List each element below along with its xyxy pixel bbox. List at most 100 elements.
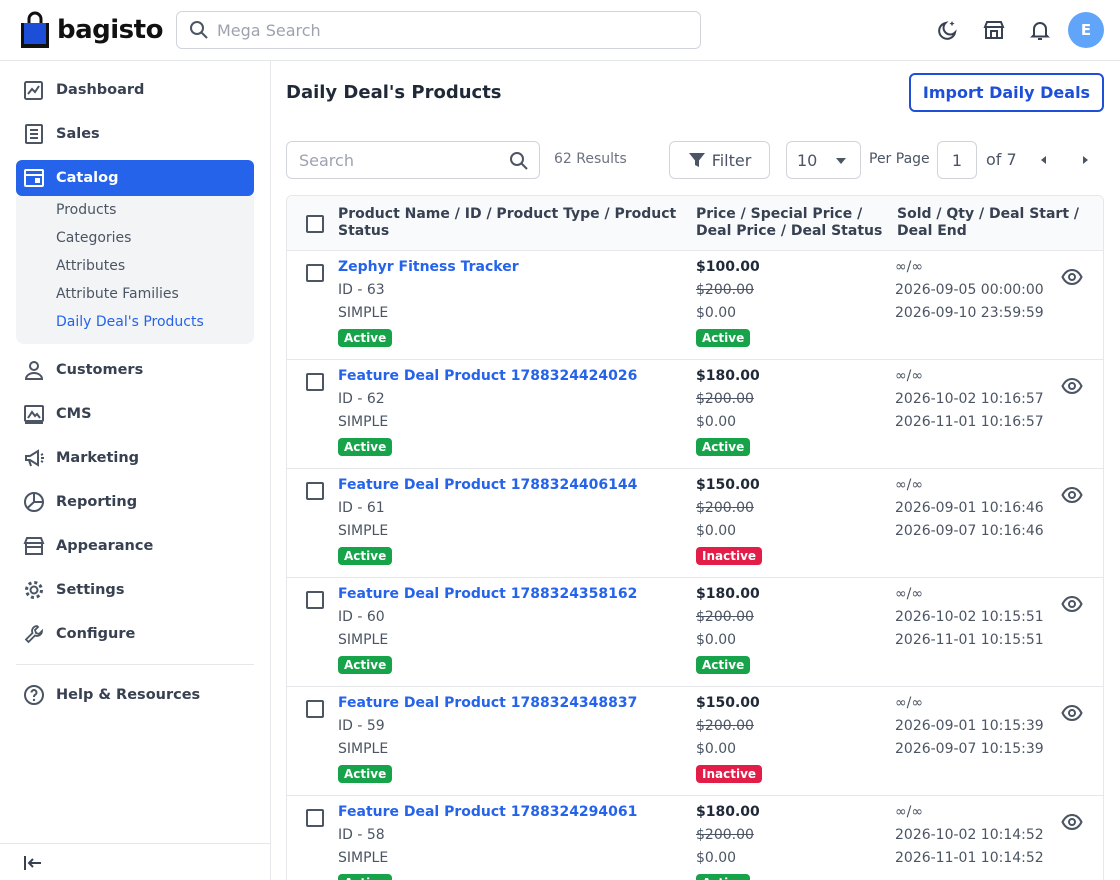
product-type: SIMPLE xyxy=(338,741,389,757)
deal-end: 2026-11-01 10:16:57 xyxy=(895,414,1044,430)
sidebar-item-label: Settings xyxy=(56,582,125,598)
sidebar-footer xyxy=(0,843,270,880)
search-icon xyxy=(190,21,208,39)
view-eye-icon[interactable] xyxy=(1061,266,1083,288)
subnav-daily-deals[interactable]: Daily Deal's Products xyxy=(56,314,204,330)
deal-status-badge: Inactive xyxy=(696,765,763,783)
view-eye-icon[interactable] xyxy=(1061,484,1083,506)
product-name-link[interactable]: Feature Deal Product 1788324358162 xyxy=(338,586,637,602)
sidebar-item-dashboard[interactable]: Dashboard xyxy=(16,72,254,108)
row-checkbox[interactable] xyxy=(306,591,324,609)
sidebar-item-settings[interactable]: Settings xyxy=(16,572,254,608)
brand-logo[interactable]: bagisto xyxy=(21,11,163,49)
price: $150.00 xyxy=(696,695,760,711)
customers-icon xyxy=(22,358,46,382)
storefront-icon[interactable] xyxy=(981,17,1007,43)
deal-end: 2026-11-01 10:15:51 xyxy=(895,632,1044,648)
view-eye-icon[interactable] xyxy=(1061,811,1083,833)
deal-status-badge: Active xyxy=(696,438,751,456)
select-all-checkbox[interactable] xyxy=(306,215,324,233)
column-header-price[interactable]: Price / Special Price / Deal Price / Dea… xyxy=(696,206,882,240)
caret-down-icon xyxy=(836,158,846,164)
deal-start: 2026-10-02 10:15:51 xyxy=(895,609,1044,625)
sidebar-item-catalog[interactable]: Catalog xyxy=(16,160,254,196)
row-checkbox[interactable] xyxy=(306,373,324,391)
product-type: SIMPLE xyxy=(338,414,389,430)
row-checkbox[interactable] xyxy=(306,482,324,500)
product-name-link[interactable]: Feature Deal Product 1788324406144 xyxy=(338,477,637,493)
brand-name: bagisto xyxy=(57,15,163,45)
filter-button[interactable]: Filter xyxy=(669,141,770,179)
sidebar-item-reporting[interactable]: Reporting xyxy=(16,484,254,520)
product-name-link[interactable]: Feature Deal Product 1788324424026 xyxy=(338,368,637,384)
sidebar-item-label: Help & Resources xyxy=(56,687,201,703)
sold-qty: ∞/∞ xyxy=(895,259,924,275)
product-status-badge: Active xyxy=(338,765,393,783)
view-eye-icon[interactable] xyxy=(1061,702,1083,724)
product-status-badge: Active xyxy=(338,438,393,456)
row-checkbox[interactable] xyxy=(306,700,324,718)
sidebar-item-sales[interactable]: Sales xyxy=(16,116,254,152)
deal-status-badge: Active xyxy=(696,329,751,347)
product-name-link[interactable]: Feature Deal Product 1788324294061 xyxy=(338,804,637,820)
page-title: Daily Deal's Products xyxy=(286,82,502,103)
view-eye-icon[interactable] xyxy=(1061,375,1083,397)
sold-qty: ∞/∞ xyxy=(895,695,924,711)
product-id: ID - 60 xyxy=(338,609,385,625)
subnav-attributes[interactable]: Attributes xyxy=(56,258,125,274)
dark-mode-icon[interactable] xyxy=(935,17,961,43)
page-total: of 7 xyxy=(986,150,1017,169)
per-page-value: 10 xyxy=(797,150,818,170)
sidebar-item-configure[interactable]: Configure xyxy=(16,616,254,652)
sidebar-item-cms[interactable]: CMS xyxy=(16,396,254,432)
sold-qty: ∞/∞ xyxy=(895,586,924,602)
pie-chart-icon xyxy=(22,490,46,514)
product-type: SIMPLE xyxy=(338,305,389,321)
column-header-deal[interactable]: Sold / Qty / Deal Start / Deal End xyxy=(897,206,1079,240)
product-status-badge: Active xyxy=(338,656,393,674)
prev-page-icon[interactable] xyxy=(1034,150,1054,170)
subnav-attribute-families[interactable]: Attribute Families xyxy=(56,286,179,302)
price: $150.00 xyxy=(696,477,760,493)
next-page-icon[interactable] xyxy=(1075,150,1095,170)
search-icon[interactable] xyxy=(509,151,529,171)
user-avatar[interactable]: E xyxy=(1068,12,1104,48)
header-line: Deal Price / Deal Status xyxy=(696,223,883,239)
collapse-sidebar-icon[interactable] xyxy=(22,852,44,874)
header-line: Sold / Qty / Deal Start / xyxy=(897,206,1080,222)
row-checkbox[interactable] xyxy=(306,264,324,282)
sidebar-item-appearance[interactable]: Appearance xyxy=(16,528,254,564)
sidebar-item-marketing[interactable]: Marketing xyxy=(16,440,254,476)
view-eye-icon[interactable] xyxy=(1061,593,1083,615)
deal-status-badge: Inactive xyxy=(696,547,763,565)
current-page-input[interactable]: 1 xyxy=(937,141,977,179)
special-price: $200.00 xyxy=(696,500,754,516)
mega-search-input[interactable] xyxy=(217,20,677,40)
sidebar-item-help[interactable]: Help & Resources xyxy=(16,677,254,713)
sidebar-item-customers[interactable]: Customers xyxy=(16,352,254,388)
sidebar-item-label: Sales xyxy=(56,126,100,142)
catalog-submenu: Products Categories Attributes Attribute… xyxy=(16,196,254,344)
bell-icon[interactable] xyxy=(1027,17,1053,43)
mega-search-box[interactable] xyxy=(176,11,701,49)
row-checkbox[interactable] xyxy=(306,809,324,827)
sidebar-item-label: Catalog xyxy=(56,170,119,186)
column-header-product[interactable]: Product Name / ID / Product Type / Produ… xyxy=(338,206,676,240)
product-name-link[interactable]: Feature Deal Product 1788324348837 xyxy=(338,695,637,711)
deal-price: $0.00 xyxy=(696,414,737,430)
deal-end: 2026-11-01 10:14:52 xyxy=(895,850,1044,866)
import-daily-deals-button[interactable]: Import Daily Deals xyxy=(909,73,1104,112)
megaphone-icon xyxy=(22,446,46,470)
subnav-categories[interactable]: Categories xyxy=(56,230,131,246)
sidebar-item-label: CMS xyxy=(56,406,92,422)
subnav-products[interactable]: Products xyxy=(56,202,116,218)
table-row: Feature Deal Product 1788324294061 ID - … xyxy=(287,796,1103,880)
product-status-badge: Active xyxy=(338,329,393,347)
product-status-badge: Active xyxy=(338,547,393,565)
per-page-select[interactable]: 10 xyxy=(786,141,861,179)
datagrid-search-input[interactable] xyxy=(299,150,499,170)
product-type: SIMPLE xyxy=(338,632,389,648)
product-name-link[interactable]: Zephyr Fitness Tracker xyxy=(338,259,519,275)
deal-status-badge: Active xyxy=(696,656,751,674)
datagrid-search-box[interactable] xyxy=(286,141,540,179)
